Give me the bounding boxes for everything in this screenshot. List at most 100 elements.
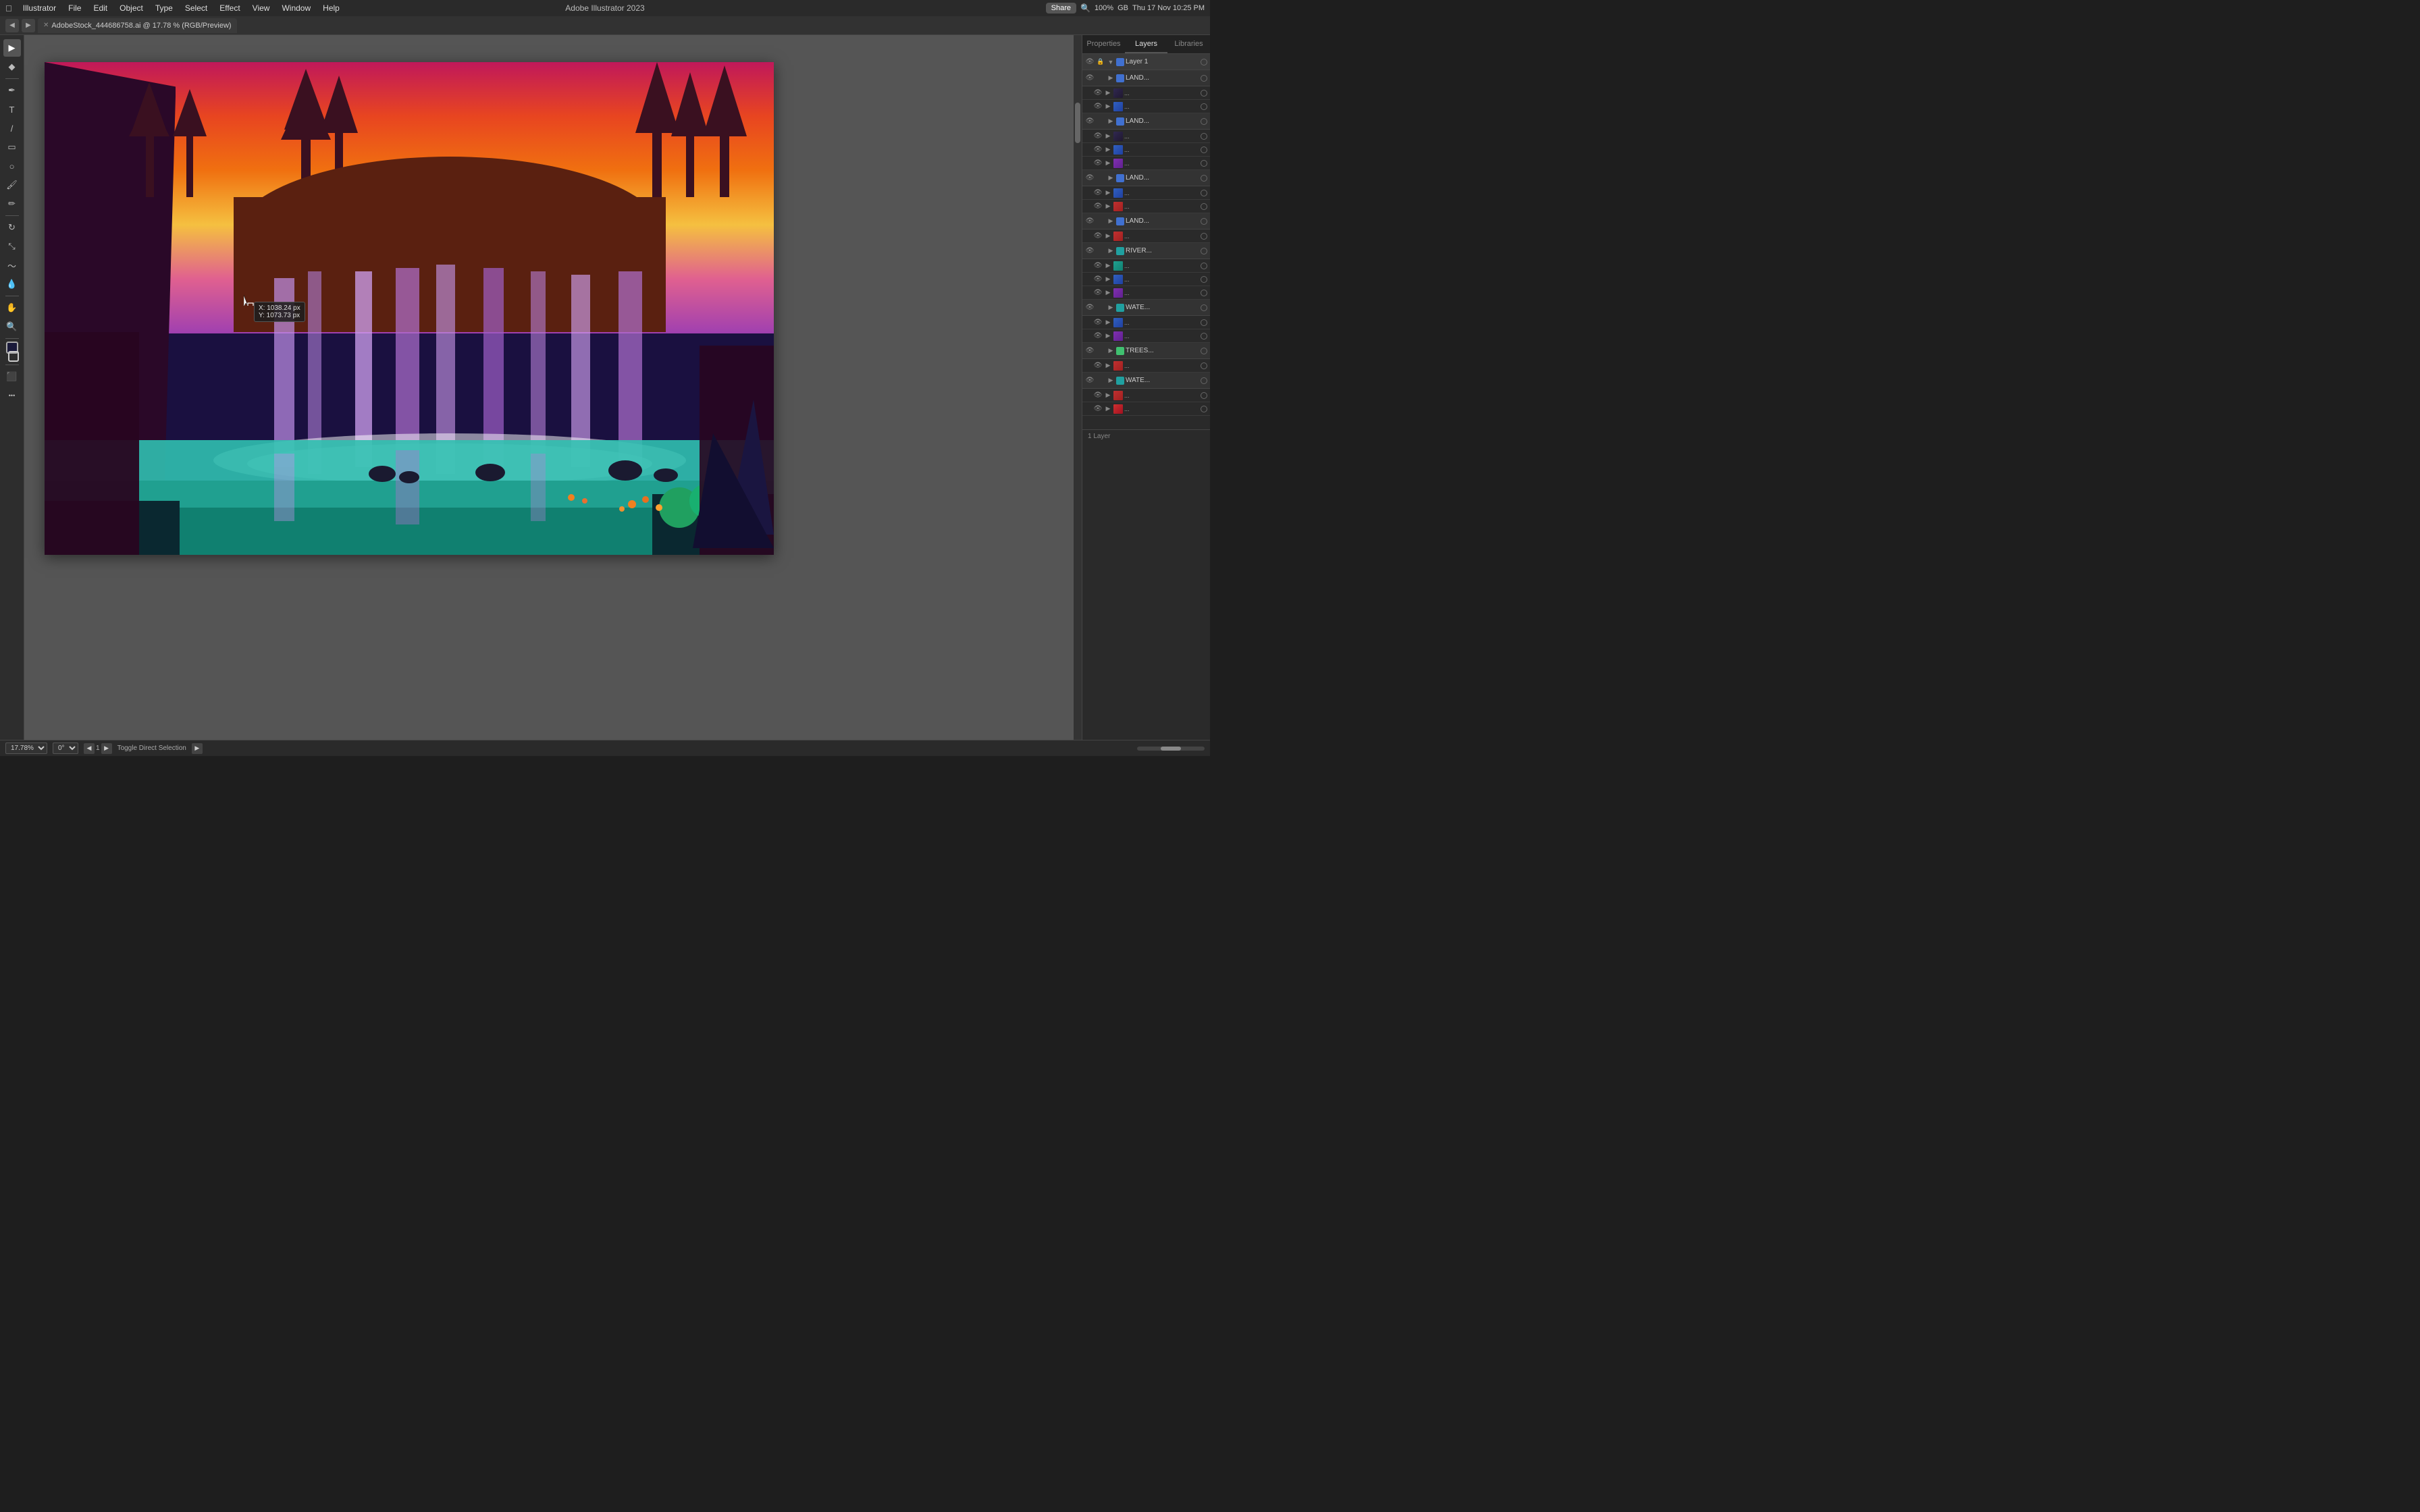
sublayer-water-1-2[interactable]: 👁 ▶ ... [1082,329,1210,343]
paintbrush-tool[interactable]: 🖌 [3,176,21,194]
group-land-3-expand[interactable]: ▶ [1107,174,1115,182]
canvas-area[interactable]: X: 1038.24 px Y: 1073.73 px [24,35,1082,740]
group-water-2-visibility[interactable]: 👁 [1085,376,1095,385]
layer-1-target[interactable] [1201,59,1207,65]
back-button[interactable]: ◀ [5,19,19,32]
group-land-3-header[interactable]: 👁 ▶ LAND... [1082,170,1210,186]
sublayer-land-4-1[interactable]: 👁 ▶ ... [1082,230,1210,243]
sublayer-land-1-1[interactable]: 👁 ▶ ... [1082,86,1210,100]
menu-illustrator[interactable]: Illustrator [18,2,61,14]
sublayer-water-1-1-target[interactable] [1201,319,1207,326]
sublayer-land-3-1-eye[interactable]: 👁 [1093,188,1103,198]
document-tab[interactable]: ✕ AdobeStock_444686758.ai @ 17.78 % (RGB… [38,18,237,33]
sublayer-river-3-target[interactable] [1201,290,1207,296]
sublayer-land-3-2-expand[interactable]: ▶ [1104,202,1112,211]
line-tool[interactable]: / [3,119,21,137]
sublayer-trees-1-target[interactable] [1201,362,1207,369]
group-land-4-header[interactable]: 👁 ▶ LAND... [1082,213,1210,230]
next-artboard-btn[interactable]: ▶ [101,743,112,754]
sublayer-land-3-2[interactable]: 👁 ▶ ... [1082,200,1210,213]
sublayer-land-2-2-target[interactable] [1201,146,1207,153]
sublayer-land-3-1-expand[interactable]: ▶ [1104,189,1112,197]
warp-tool[interactable]: 〜 [3,256,21,274]
sublayer-river-1-eye[interactable]: 👁 [1093,261,1103,271]
scroll-indicator[interactable] [1137,747,1205,751]
tab-properties[interactable]: Properties [1082,35,1125,53]
sublayer-water-2-1-target[interactable] [1201,392,1207,399]
sublayer-water-2-1[interactable]: 👁 ▶ ... [1082,389,1210,402]
sublayer-water-2-2-target[interactable] [1201,406,1207,412]
sublayer-land-3-1[interactable]: 👁 ▶ ... [1082,186,1210,200]
group-river-header[interactable]: 👁 ▶ RIVER... [1082,243,1210,259]
selection-tool[interactable]: ▶ [3,39,21,57]
toggle-selection-btn[interactable]: ▶ [192,743,203,754]
sublayer-land-2-1[interactable]: 👁 ▶ ... [1082,130,1210,143]
sublayer-water-1-2-eye[interactable]: 👁 [1093,331,1103,341]
group-land-1-target[interactable] [1201,75,1207,82]
group-land-2-header[interactable]: 👁 ▶ LAND... [1082,113,1210,130]
layer-1-header[interactable]: 👁 🔒 ▼ Layer 1 [1082,54,1210,70]
group-land-4-expand[interactable]: ▶ [1107,217,1115,225]
vertical-scrollbar[interactable] [1074,35,1082,740]
tab-layers[interactable]: Layers [1125,35,1167,53]
forward-button[interactable]: ▶ [22,19,35,32]
sublayer-land-2-1-eye[interactable]: 👁 [1093,132,1103,141]
layer-1-visibility[interactable]: 👁 [1085,57,1095,67]
sublayer-water-2-2-expand[interactable]: ▶ [1104,405,1112,413]
sublayer-land-2-1-expand[interactable]: ▶ [1104,132,1112,140]
group-trees-visibility[interactable]: 👁 [1085,346,1095,356]
share-button[interactable]: Share [1046,3,1076,14]
sublayer-land-2-2[interactable]: 👁 ▶ ... [1082,143,1210,157]
group-river-visibility[interactable]: 👁 [1085,246,1095,256]
sublayer-land-1-1-eye[interactable]: 👁 [1093,88,1103,98]
apple-logo-icon[interactable]:  [5,3,12,14]
direct-selection-tool[interactable]: ◆ [3,58,21,76]
sublayer-water-2-2[interactable]: 👁 ▶ ... [1082,402,1210,416]
tab-libraries[interactable]: Libraries [1167,35,1210,53]
group-land-1-visibility[interactable]: 👁 [1085,74,1095,83]
menu-type[interactable]: Type [150,2,178,14]
layer-1-expand[interactable]: ▼ [1107,58,1115,66]
ellipse-tool[interactable]: ○ [3,157,21,175]
sublayer-water-1-1-expand[interactable]: ▶ [1104,319,1112,327]
sublayer-river-3-expand[interactable]: ▶ [1104,289,1112,297]
eyedropper-tool[interactable]: 💧 [3,275,21,293]
sublayer-river-2[interactable]: 👁 ▶ ... [1082,273,1210,286]
rotation-select[interactable]: 0° [53,742,78,754]
sublayer-water-2-1-expand[interactable]: ▶ [1104,392,1112,400]
prev-artboard-btn[interactable]: ◀ [84,743,95,754]
rect-tool[interactable]: ▭ [3,138,21,156]
group-land-4-target[interactable] [1201,218,1207,225]
group-trees-header[interactable]: 👁 ▶ TREES... [1082,343,1210,359]
group-land-4-visibility[interactable]: 👁 [1085,217,1095,226]
scroll-thumb[interactable] [1075,103,1080,143]
type-tool[interactable]: T [3,101,21,118]
sublayer-trees-1-eye[interactable]: 👁 [1093,361,1103,371]
sublayer-water-1-2-target[interactable] [1201,333,1207,340]
layer-1-lock[interactable]: 🔒 [1096,57,1105,67]
menu-file[interactable]: File [63,2,86,14]
stroke-color[interactable] [8,351,19,362]
sublayer-land-3-2-eye[interactable]: 👁 [1093,202,1103,211]
sublayer-water-2-2-eye[interactable]: 👁 [1093,404,1103,414]
sublayer-river-3[interactable]: 👁 ▶ ... [1082,286,1210,300]
group-land-3-target[interactable] [1201,175,1207,182]
group-trees-expand[interactable]: ▶ [1107,347,1115,355]
hand-tool[interactable]: ✋ [3,299,21,317]
sublayer-river-2-target[interactable] [1201,276,1207,283]
sublayer-water-1-2-expand[interactable]: ▶ [1104,332,1112,340]
sublayer-water-2-1-eye[interactable]: 👁 [1093,391,1103,400]
sublayer-land-1-1-expand[interactable]: ▶ [1104,89,1112,97]
group-water-2-expand[interactable]: ▶ [1107,377,1115,385]
sublayer-land-2-1-target[interactable] [1201,133,1207,140]
change-screen-mode[interactable]: ⬛ [3,368,21,385]
sublayer-river-2-expand[interactable]: ▶ [1104,275,1112,284]
more-tools[interactable]: ••• [3,387,21,404]
menu-window[interactable]: Window [276,2,316,14]
group-water-1-expand[interactable]: ▶ [1107,304,1115,312]
sublayer-water-1-1[interactable]: 👁 ▶ ... [1082,316,1210,329]
sublayer-river-1[interactable]: 👁 ▶ ... [1082,259,1210,273]
tab-close-icon[interactable]: ✕ [43,22,49,29]
group-water-1-header[interactable]: 👁 ▶ WATE... [1082,300,1210,316]
menu-help[interactable]: Help [317,2,345,14]
